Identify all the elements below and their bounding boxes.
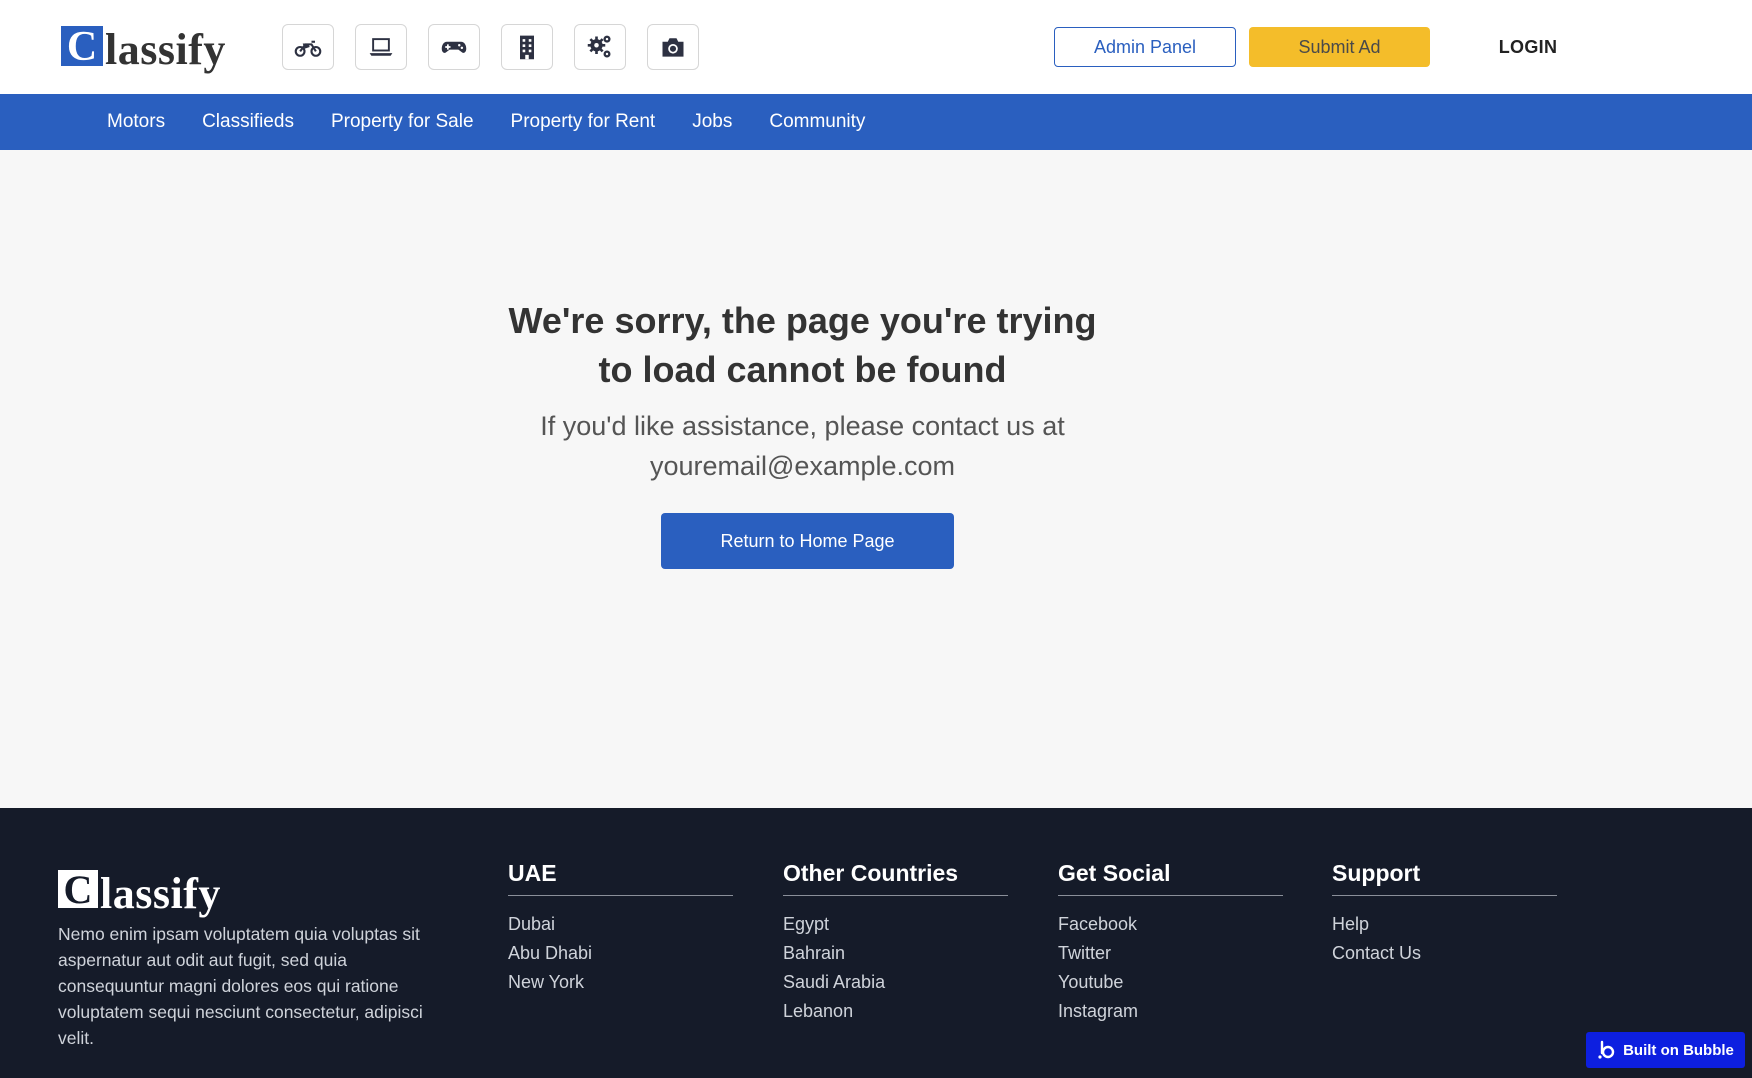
footer-link-abu-dhabi[interactable]: Abu Dhabi — [508, 939, 733, 968]
footer-link-facebook[interactable]: Facebook — [1058, 910, 1283, 939]
category-motors-button[interactable] — [282, 24, 334, 70]
category-photography-button[interactable] — [647, 24, 699, 70]
logo-initial: C — [61, 26, 103, 68]
return-home-button[interactable]: Return to Home Page — [661, 513, 954, 569]
bubble-logo-icon — [1598, 1040, 1615, 1059]
footer-logo[interactable]: C lassify — [58, 870, 221, 916]
nav-item-motors[interactable]: Motors — [107, 111, 165, 133]
category-property-button[interactable] — [501, 24, 553, 70]
footer-link-contact-us[interactable]: Contact Us — [1332, 939, 1557, 968]
contact-email: youremail@example.com — [649, 451, 955, 481]
nav-item-classifieds[interactable]: Classifieds — [202, 111, 294, 133]
motorcycle-icon — [294, 40, 322, 57]
error-title-line-1: We're sorry, the page you're trying — [508, 300, 1097, 341]
built-on-bubble-label: Built on Bubble — [1623, 1041, 1734, 1059]
footer-logo-text: lassify — [100, 869, 221, 918]
footer-link-bahrain[interactable]: Bahrain — [783, 939, 1008, 968]
category-gaming-button[interactable] — [428, 24, 480, 70]
category-services-button[interactable] — [574, 24, 626, 70]
error-title: We're sorry, the page you're trying to l… — [440, 296, 1165, 394]
footer-column-other-countries: Other Countries Egypt Bahrain Saudi Arab… — [783, 860, 1008, 1026]
footer-description: Nemo enim ipsam voluptatem quia voluptas… — [58, 924, 423, 1048]
footer-column-title: Other Countries — [783, 860, 1008, 896]
footer-link-twitter[interactable]: Twitter — [1058, 939, 1283, 968]
footer-column-support: Support Help Contact Us — [1332, 860, 1557, 968]
footer-column-title: UAE — [508, 860, 733, 896]
gears-icon — [587, 35, 611, 58]
footer-link-lebanon[interactable]: Lebanon — [783, 997, 1008, 1026]
camera-icon — [662, 38, 684, 57]
built-on-bubble-badge[interactable]: Built on Bubble — [1586, 1032, 1745, 1068]
nav-item-property-for-sale[interactable]: Property for Sale — [331, 111, 474, 133]
main-nav: Motors Classifieds Property for Sale Pro… — [0, 94, 1752, 150]
building-icon — [520, 35, 534, 60]
error-subtitle-line-1: If you'd like assistance, please contact… — [540, 411, 1065, 441]
footer-column-title: Get Social — [1058, 860, 1283, 896]
admin-panel-button[interactable]: Admin Panel — [1054, 27, 1236, 67]
footer-column-uae: UAE Dubai Abu Dhabi New York — [508, 860, 733, 997]
error-section: We're sorry, the page you're trying to l… — [0, 150, 1752, 808]
footer-logo-initial: C — [58, 870, 98, 910]
footer-column-title: Support — [1332, 860, 1557, 896]
footer-link-youtube[interactable]: Youtube — [1058, 968, 1283, 997]
footer-link-new-york[interactable]: New York — [508, 968, 733, 997]
error-subtitle: If you'd like assistance, please contact… — [440, 406, 1165, 486]
nav-item-community[interactable]: Community — [769, 111, 865, 133]
submit-ad-button[interactable]: Submit Ad — [1249, 27, 1430, 67]
category-electronics-button[interactable] — [355, 24, 407, 70]
error-title-line-2: to load cannot be found — [598, 349, 1007, 390]
logo[interactable]: C lassify — [61, 26, 226, 76]
footer-link-egypt[interactable]: Egypt — [783, 910, 1008, 939]
logo-text: lassify — [105, 25, 226, 74]
footer: C lassify Nemo enim ipsam voluptatem qui… — [0, 808, 1752, 1078]
category-icons — [282, 24, 699, 70]
footer-column-get-social: Get Social Facebook Twitter Youtube Inst… — [1058, 860, 1283, 1026]
footer-link-instagram[interactable]: Instagram — [1058, 997, 1283, 1026]
nav-item-property-for-rent[interactable]: Property for Rent — [511, 111, 656, 133]
footer-link-help[interactable]: Help — [1332, 910, 1557, 939]
nav-item-jobs[interactable]: Jobs — [692, 111, 732, 133]
gamepad-icon — [441, 41, 467, 53]
login-button[interactable]: LOGIN — [1478, 27, 1578, 67]
footer-link-saudi-arabia[interactable]: Saudi Arabia — [783, 968, 1008, 997]
header: C lassify Admin Panel Submit Ad LOGIN — [0, 0, 1752, 94]
footer-link-dubai[interactable]: Dubai — [508, 910, 733, 939]
laptop-icon — [369, 38, 393, 56]
